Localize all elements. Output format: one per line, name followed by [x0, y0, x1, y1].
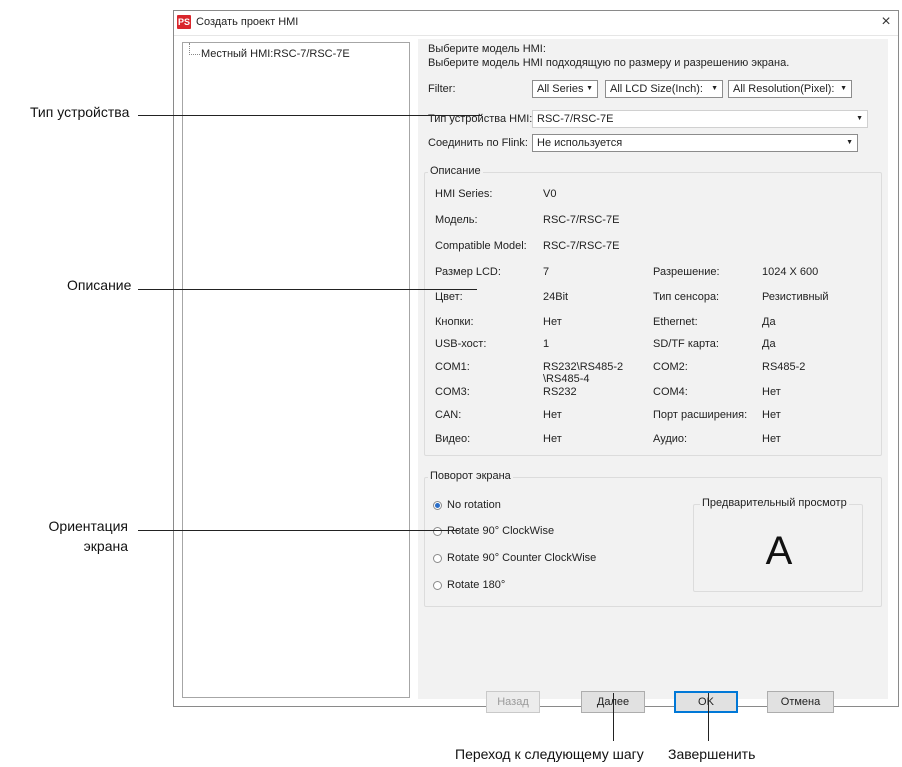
- lcd-size-filter-value: All LCD Size(Inch):: [610, 83, 703, 95]
- desc-value: Нет: [543, 316, 562, 328]
- project-tree: Местный HMI:RSC-7/RSC-7E: [182, 42, 410, 698]
- callout-line-device-type: [138, 115, 482, 116]
- tree-connector: [189, 43, 200, 55]
- desc-label: Видео:: [435, 433, 471, 445]
- preview-title: Предварительный просмотр: [700, 497, 849, 509]
- resolution-filter-select[interactable]: All Resolution(Pixel): ▼: [728, 80, 852, 98]
- desc-value: RS232: [543, 386, 577, 398]
- desc-value: Нет: [543, 409, 562, 421]
- desc-label: Модель:: [435, 214, 478, 226]
- callout-device-type: Тип устройства: [30, 104, 130, 120]
- rotation-group: Поворот экрана No rotation Rotate 90° Clo…: [424, 470, 882, 607]
- series-filter-select[interactable]: All Series ▼: [532, 80, 598, 98]
- rotation-option[interactable]: Rotate 90° Counter ClockWise: [433, 552, 663, 566]
- rotation-option[interactable]: No rotation: [433, 499, 663, 513]
- app-logo-icon: PS: [177, 15, 191, 29]
- desc-value-right: Нет: [762, 409, 781, 421]
- rotation-option-label: Rotate 180°: [447, 579, 506, 591]
- callout-orientation: Ориентация экрана: [48, 518, 128, 554]
- radio-button[interactable]: [433, 554, 442, 563]
- chevron-down-icon: ▼: [846, 139, 853, 146]
- filter-label: Filter:: [428, 83, 456, 95]
- desc-label: COM1:: [435, 361, 470, 373]
- device-type-select[interactable]: RSC-7/RSC-7E ▼: [532, 110, 868, 128]
- chevron-down-icon: ▼: [711, 85, 718, 92]
- desc-value: RSC-7/RSC-7E: [543, 240, 620, 252]
- chevron-down-icon: ▼: [586, 85, 593, 92]
- desc-value-right: Резистивный: [762, 291, 829, 303]
- desc-label: Кнопки:: [435, 316, 474, 328]
- callout-line-orientation: [138, 530, 459, 531]
- desc-value-right: 1024 X 600: [762, 266, 819, 278]
- desc-label: Размер LCD:: [435, 266, 501, 278]
- flink-value: Не используется: [537, 137, 623, 149]
- desc-label: USB-хост:: [435, 338, 487, 350]
- desc-value: V0: [543, 188, 557, 200]
- cancel-button[interactable]: Отмена: [767, 691, 834, 713]
- desc-label: HMI Series:: [435, 188, 493, 200]
- header-line-2: Выберите модель HMI подходящую по размер…: [428, 57, 790, 69]
- desc-value: RS232\RS485-2 \RS485-4: [543, 361, 624, 385]
- radio-button[interactable]: [433, 527, 442, 536]
- desc-label-right: COM2:: [653, 361, 688, 373]
- rotation-option[interactable]: Rotate 90° ClockWise: [433, 525, 663, 539]
- chevron-down-icon: ▼: [856, 115, 863, 122]
- flink-select[interactable]: Не используется ▼: [532, 134, 858, 152]
- ok-button[interactable]: OK: [674, 691, 738, 713]
- settings-panel: Выберите модель HMI: Выберите модель HMI…: [418, 39, 888, 713]
- rotation-option-label: Rotate 90° Counter ClockWise: [447, 552, 597, 564]
- description-group: Описание HMI Series: V0 Модель: RSC-7/RSC-7…: [424, 165, 882, 456]
- desc-value-right: RS485-2: [762, 361, 806, 373]
- flink-label: Соединить по Flink:: [428, 137, 528, 149]
- desc-value: Нет: [543, 433, 562, 445]
- lcd-size-filter-select[interactable]: All LCD Size(Inch): ▼: [605, 80, 723, 98]
- desc-value: 24Bit: [543, 291, 569, 303]
- callout-line-description: [138, 289, 477, 290]
- radio-button[interactable]: [433, 501, 442, 510]
- preview-letter: A: [765, 529, 793, 573]
- desc-label: Compatible Model:: [435, 240, 527, 252]
- dialog-title: Создать проект HMI: [196, 16, 299, 28]
- desc-label-right: Разрешение:: [653, 266, 720, 278]
- desc-value-right: Нет: [762, 386, 781, 398]
- desc-value-right: Нет: [762, 433, 781, 445]
- desc-label-right: Аудио:: [653, 433, 688, 445]
- desc-label-right: Порт расширения:: [653, 409, 748, 421]
- desc-value: RSC-7/RSC-7E: [543, 214, 620, 226]
- back-button[interactable]: Назад: [486, 691, 540, 713]
- desc-label: COM3:: [435, 386, 470, 398]
- desc-label-right: Тип сенсора:: [653, 291, 720, 303]
- desc-value-right: Да: [762, 316, 776, 328]
- description-title: Описание: [428, 165, 483, 177]
- desc-label: Цвет:: [435, 291, 463, 303]
- resolution-filter-value: All Resolution(Pixel):: [733, 83, 835, 95]
- callout-description: Описание: [67, 277, 132, 293]
- rotation-option[interactable]: Rotate 180°: [433, 579, 663, 593]
- desc-label: CAN:: [435, 409, 462, 421]
- preview-box: Предварительный просмотр A: [693, 497, 863, 592]
- rotation-option-label: Rotate 90° ClockWise: [447, 525, 555, 537]
- header-line-1: Выберите модель HMI:: [428, 43, 546, 55]
- desc-value-right: Да: [762, 338, 776, 350]
- desc-label-right: SD/TF карта:: [653, 338, 719, 350]
- device-type-value: RSC-7/RSC-7E: [537, 113, 614, 125]
- callout-next-step: Переход к следующему шагу: [455, 746, 644, 762]
- callout-line-finish: [708, 693, 709, 741]
- rotation-title: Поворот экрана: [428, 470, 513, 482]
- desc-value: 1: [543, 338, 550, 350]
- title-bar: PS Создать проект HMI ×: [174, 11, 898, 36]
- desc-label-right: Ethernet:: [653, 316, 698, 328]
- tree-item-local-hmi[interactable]: Местный HMI:RSC-7/RSC-7E: [201, 48, 350, 60]
- callout-finish: Завершенить: [668, 746, 756, 762]
- radio-button[interactable]: [433, 581, 442, 590]
- desc-label-right: COM4:: [653, 386, 688, 398]
- rotation-option-label: No rotation: [447, 499, 501, 511]
- desc-value: 7: [543, 266, 550, 278]
- close-button[interactable]: ×: [876, 12, 896, 32]
- chevron-down-icon: ▼: [840, 85, 847, 92]
- series-filter-value: All Series: [537, 83, 584, 95]
- callout-line-next: [613, 693, 614, 741]
